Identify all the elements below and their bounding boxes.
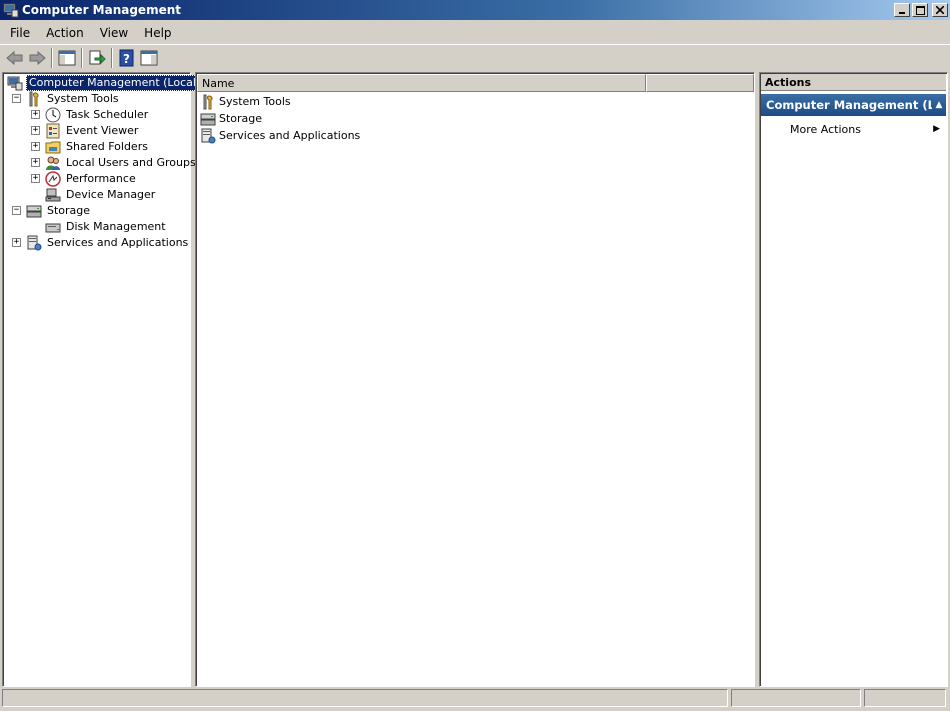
expand-icon[interactable]: + xyxy=(31,142,40,151)
shared-folder-icon xyxy=(45,141,61,154)
toolbar-separator xyxy=(111,47,113,68)
tree-label-system-tools: System Tools xyxy=(47,92,119,105)
tree-item-task-scheduler[interactable]: + Task Scheduler xyxy=(5,107,185,123)
tree-item-local-users[interactable]: + Local Users and Groups xyxy=(5,155,196,171)
expand-icon[interactable]: + xyxy=(31,158,40,167)
expand-icon[interactable]: + xyxy=(31,110,40,119)
tree-item-disk-management[interactable]: Disk Management xyxy=(5,219,185,235)
system-tools-icon xyxy=(29,91,39,107)
console-tree: Computer Management (Local) − System Too… xyxy=(5,75,204,251)
users-icon xyxy=(46,156,60,170)
computer-management-icon xyxy=(7,76,23,91)
svg-text:?: ? xyxy=(123,52,130,66)
tree-label-task-scheduler: Task Scheduler xyxy=(66,108,149,121)
maximize-icon xyxy=(915,5,925,15)
export-list-button[interactable] xyxy=(86,47,108,69)
tree-item-services-apps[interactable]: + Services and Applications xyxy=(5,235,188,251)
list-item-label: Services and Applications xyxy=(219,129,361,142)
forward-icon xyxy=(29,50,46,65)
list-item-label: System Tools xyxy=(219,95,291,108)
performance-icon xyxy=(45,171,61,187)
window-title: Computer Management xyxy=(22,3,181,17)
collapse-up-icon[interactable]: ▲ xyxy=(932,100,946,110)
actions-pane: Actions Computer Management (L... ▲ More… xyxy=(759,72,948,687)
tree-label-storage: Storage xyxy=(47,204,91,217)
system-tools-icon xyxy=(203,94,213,109)
more-actions-label: More Actions xyxy=(790,122,861,136)
collapse-icon[interactable]: − xyxy=(12,94,21,103)
column-header-name[interactable]: Name xyxy=(197,74,646,92)
tree-item-performance[interactable]: + Performance xyxy=(5,171,185,187)
export-list-icon xyxy=(89,50,106,64)
clock-icon xyxy=(45,107,61,123)
tree-label-performance: Performance xyxy=(66,172,136,185)
list-header: Name xyxy=(197,74,754,92)
tree-item-event-viewer[interactable]: + Event Viewer xyxy=(5,123,185,139)
status-cell-main xyxy=(2,689,728,707)
actions-section-computer-management[interactable]: Computer Management (L... ▲ xyxy=(761,94,946,116)
tree-label-root: Computer Management (Local) xyxy=(26,75,204,91)
status-cell-tertiary xyxy=(864,689,946,707)
services-icon xyxy=(201,128,216,143)
list-item-system-tools[interactable]: System Tools xyxy=(200,93,291,110)
tree-item-device-manager[interactable]: Device Manager xyxy=(5,187,185,203)
more-actions-item[interactable]: More Actions ▶ xyxy=(761,120,946,138)
computer-management-icon xyxy=(3,3,19,18)
menu-action[interactable]: Action xyxy=(40,24,90,42)
help-button[interactable]: ? xyxy=(116,47,138,69)
list-item-services-apps[interactable]: Services and Applications xyxy=(200,127,360,144)
tree-item-storage[interactable]: − Storage xyxy=(5,203,185,219)
back-icon xyxy=(6,50,23,65)
show-hide-action-pane-button[interactable] xyxy=(138,47,160,69)
tree-item-shared-folders[interactable]: + Shared Folders xyxy=(5,139,185,155)
storage-icon xyxy=(200,113,216,125)
list-item-label: Storage xyxy=(219,112,263,125)
expand-icon[interactable]: + xyxy=(31,174,40,183)
status-cell-secondary xyxy=(731,689,861,707)
status-bar xyxy=(0,689,950,709)
tree-item-root[interactable]: Computer Management (Local) xyxy=(5,75,204,91)
expand-icon[interactable]: + xyxy=(31,126,40,135)
toolbar-separator xyxy=(81,47,83,68)
device-manager-icon xyxy=(45,188,61,202)
close-button[interactable] xyxy=(932,3,948,17)
maximize-button[interactable] xyxy=(912,3,928,17)
console-tree-pane: Computer Management (Local) − System Too… xyxy=(2,72,204,687)
tree-label-event-viewer: Event Viewer xyxy=(66,124,139,137)
show-hide-action-pane-icon xyxy=(140,50,158,65)
title-bar: Computer Management xyxy=(0,0,950,20)
show-hide-console-tree-button[interactable] xyxy=(56,47,78,69)
submenu-arrow-icon: ▶ xyxy=(933,124,940,134)
tree-label-services-apps: Services and Applications xyxy=(47,236,189,249)
list-item-storage[interactable]: Storage xyxy=(200,110,262,127)
minimize-button[interactable] xyxy=(894,3,910,17)
close-icon xyxy=(936,6,944,14)
menu-view[interactable]: View xyxy=(94,24,134,42)
menu-bar: File Action View Help xyxy=(0,22,950,43)
help-icon: ? xyxy=(119,49,134,66)
minimize-icon xyxy=(899,12,905,14)
collapse-icon[interactable]: − xyxy=(12,206,21,215)
menu-help[interactable]: Help xyxy=(138,24,177,42)
menu-file[interactable]: File xyxy=(4,24,36,42)
actions-section-title: Computer Management (L... xyxy=(766,98,932,112)
disk-management-icon xyxy=(45,223,61,233)
toolbar: ? xyxy=(0,44,950,70)
services-icon xyxy=(27,235,42,251)
back-button[interactable] xyxy=(4,47,26,69)
expand-icon[interactable]: + xyxy=(12,238,21,247)
tree-label-disk-management: Disk Management xyxy=(66,220,166,233)
tree-item-system-tools[interactable]: − System Tools xyxy=(5,91,185,107)
storage-icon xyxy=(26,205,42,218)
actions-header: Actions xyxy=(761,74,946,91)
show-hide-console-tree-icon xyxy=(58,50,76,65)
column-header-blank[interactable] xyxy=(646,74,754,92)
toolbar-separator xyxy=(51,47,53,68)
forward-button[interactable] xyxy=(26,47,48,69)
result-list-pane: Name System Tools Storage Services and A… xyxy=(195,72,755,687)
tree-label-shared-folders: Shared Folders xyxy=(66,140,148,153)
tree-label-device-manager: Device Manager xyxy=(66,188,156,201)
tree-label-local-users: Local Users and Groups xyxy=(66,156,196,169)
event-viewer-icon xyxy=(46,123,60,139)
